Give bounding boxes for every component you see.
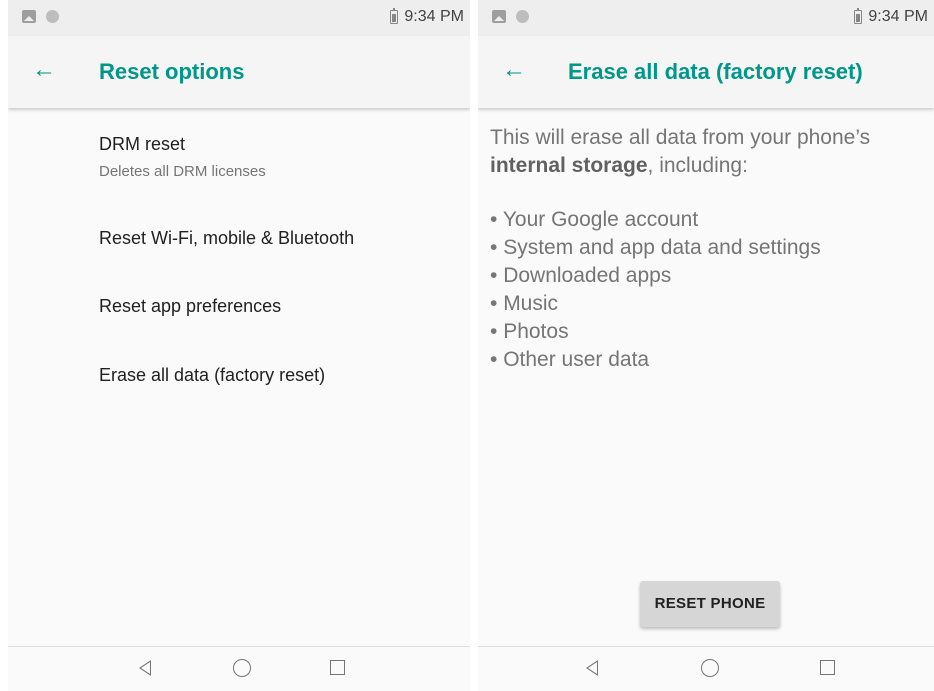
status-time: 9:34 PM: [404, 8, 464, 25]
description-suffix-text: , including:: [647, 154, 748, 177]
nav-home-button[interactable]: [698, 657, 722, 681]
battery-icon: [390, 8, 399, 24]
list-item-title: Erase all data (factory reset): [99, 365, 326, 385]
image-notification-icon: [22, 10, 36, 23]
list-item-reset-network[interactable]: Reset Wi-Fi, mobile & Bluetooth: [99, 226, 460, 250]
back-triangle-icon: [139, 660, 151, 676]
nav-recents-button[interactable]: [816, 657, 840, 681]
navigation-bar: [478, 647, 934, 691]
arrow-left-icon[interactable]: ←: [32, 58, 56, 82]
nav-recents-button[interactable]: [326, 657, 350, 681]
app-bar: ← Erase all data (factory reset): [478, 36, 934, 108]
battery-icon: [854, 8, 863, 24]
nav-home-button[interactable]: [230, 657, 254, 681]
arrow-left-icon[interactable]: ←: [502, 58, 526, 82]
nav-back-button[interactable]: [581, 657, 605, 681]
factory-reset-screen: 9:34 PM ← Erase all data (factory reset)…: [478, 0, 934, 691]
erase-items-list: Your Google account System and app data …: [490, 206, 821, 374]
home-circle-icon: [701, 659, 719, 677]
list-item: Your Google account: [490, 206, 821, 234]
description-bold-text: internal storage: [490, 154, 648, 177]
list-item-summary: Deletes all DRM licenses: [99, 163, 266, 180]
status-time: 9:34 PM: [868, 8, 928, 25]
list-item: Other user data: [490, 346, 821, 374]
page-title: Reset options: [99, 59, 245, 84]
list-item: Downloaded apps: [490, 262, 821, 290]
recents-square-icon: [330, 660, 345, 675]
list-item-title: Reset app preferences: [99, 296, 282, 316]
list-item-reset-app-preferences[interactable]: Reset app preferences: [99, 294, 460, 318]
circle-notification-icon: [516, 10, 529, 23]
status-bar: 9:34 PM: [8, 0, 470, 36]
reset-options-screen: 9:34 PM ← Reset options DRM reset Delete…: [8, 0, 470, 691]
list-item-drm-reset[interactable]: DRM reset Deletes all DRM licenses: [99, 132, 460, 182]
circle-notification-icon: [46, 10, 59, 23]
page-title: Erase all data (factory reset): [568, 59, 863, 84]
erase-description: This will erase all data from your phone…: [490, 124, 926, 180]
back-triangle-icon: [586, 660, 598, 676]
navigation-bar: [8, 647, 470, 691]
list-item: Photos: [490, 318, 821, 346]
recents-square-icon: [820, 660, 835, 675]
list-item-title: DRM reset: [99, 134, 186, 154]
list-item: System and app data and settings: [490, 234, 821, 262]
nav-back-button[interactable]: [134, 657, 158, 681]
list-item-title: Reset Wi-Fi, mobile & Bluetooth: [99, 228, 355, 248]
home-circle-icon: [233, 659, 251, 677]
status-bar: 9:34 PM: [478, 0, 934, 36]
app-bar: ← Reset options: [8, 36, 470, 108]
list-item-factory-reset[interactable]: Erase all data (factory reset): [99, 363, 460, 387]
image-notification-icon: [492, 10, 506, 23]
reset-phone-button[interactable]: RESET PHONE: [640, 581, 780, 627]
description-text: This will erase all data from your phone…: [490, 126, 871, 149]
list-item: Music: [490, 290, 821, 318]
